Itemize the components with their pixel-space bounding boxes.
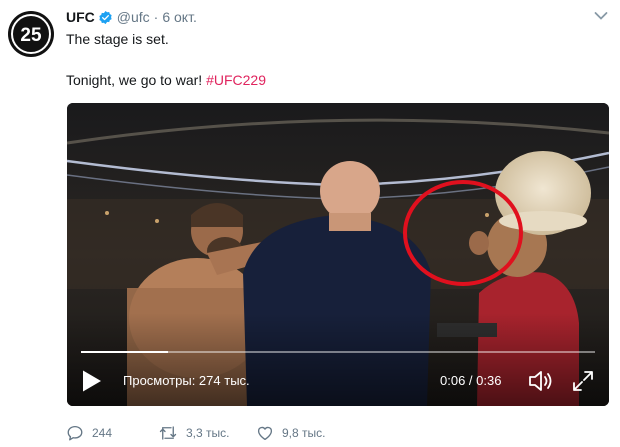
volume-icon[interactable] [527,369,555,393]
ufc-25-logo-icon: 25 [11,14,51,54]
video-controls: Просмотры: 274 тыс. 0:06 / 0:36 [67,365,609,397]
avatar-text: 25 [20,25,42,46]
author-handle[interactable]: @ufc [117,9,150,25]
progress-fill [81,351,169,353]
retweet-button[interactable]: 3,3 тыс. [158,424,244,442]
view-count: Просмотры: 274 тыс. [123,373,250,388]
reply-button[interactable]: 244 [66,424,146,442]
tweet-timestamp[interactable]: 6 окт. [162,9,197,25]
tweet-text-line1: The stage is set. [66,31,169,47]
like-count: 9,8 тыс. [282,426,326,440]
heart-icon [257,426,273,441]
reply-count: 244 [92,426,113,440]
ufc-avatar[interactable]: 25 [8,11,54,57]
tweet-text-line2: Tonight, we go to war! #UFC229 [66,72,266,88]
tweet-header: UFC @ufc · 6 окт. [66,7,197,27]
chevron-down-icon[interactable] [594,11,608,21]
verified-badge-icon [99,10,112,24]
play-icon[interactable] [81,369,103,393]
fullscreen-icon[interactable] [571,369,595,393]
retweet-icon [159,426,177,440]
video-timecode: 0:06 / 0:36 [440,373,502,388]
separator-dot: · [153,9,159,25]
tweet-actions: 244 3,3 тыс. 9,8 тыс. [66,422,337,444]
author-name[interactable]: UFC [66,9,95,25]
hashtag-link[interactable]: #UFC229 [206,72,266,88]
reply-icon [67,425,83,441]
video-frame [67,103,609,406]
progress-bar[interactable] [81,351,595,353]
retweet-count: 3,3 тыс. [186,426,230,440]
tweet-text: Tonight, we go to war! [66,72,207,88]
video-player[interactable]: Просмотры: 274 тыс. 0:06 / 0:36 [67,103,609,406]
like-button[interactable]: 9,8 тыс. [256,424,325,442]
tweet: 25 UFC @ufc · 6 окт. The stage is set. T… [0,0,620,447]
